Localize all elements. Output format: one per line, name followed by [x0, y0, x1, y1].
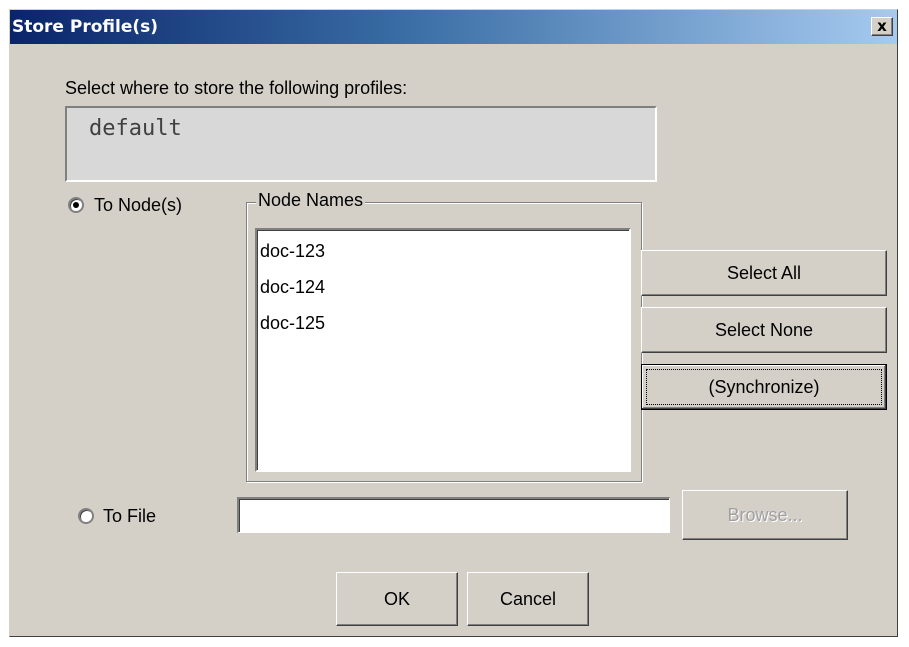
synchronize-button[interactable]: (Synchronize): [641, 364, 887, 410]
select-none-button-label: Select None: [714, 320, 814, 340]
ok-button-label: OK: [383, 589, 410, 609]
select-none-button[interactable]: Select None: [641, 307, 887, 353]
prompt-label: Select where to store the following prof…: [65, 78, 408, 98]
node-names-list[interactable]: doc-123 doc-124 doc-125: [255, 228, 631, 472]
list-item[interactable]: doc-125: [257, 310, 629, 346]
file-path-input[interactable]: [237, 497, 670, 533]
list-item[interactable]: doc-124: [257, 274, 629, 310]
node-names-group-label: Node Names: [256, 190, 366, 211]
close-icon[interactable]: x: [871, 17, 893, 36]
to-node-label[interactable]: To Node(s): [94, 195, 182, 216]
store-profiles-dialog: Store Profile(s) x Select where to store…: [9, 9, 898, 637]
list-item[interactable]: doc-123: [257, 238, 629, 274]
select-all-button[interactable]: Select All: [641, 250, 887, 296]
select-all-button-label: Select All: [726, 263, 802, 283]
dialog-title: Store Profile(s): [12, 17, 159, 37]
to-node-radio[interactable]: [68, 197, 84, 213]
browse-button-label: Browse...: [727, 505, 803, 525]
cancel-button-label: Cancel: [499, 589, 557, 609]
browse-button[interactable]: Browse...: [682, 490, 848, 540]
radio-selected-dot-icon: [73, 202, 79, 208]
title-bar[interactable]: Store Profile(s) x: [10, 10, 897, 44]
to-file-label[interactable]: To File: [103, 506, 156, 527]
ok-button[interactable]: OK: [336, 572, 458, 626]
profiles-display: default: [65, 106, 657, 182]
focus-rectangle: [646, 369, 882, 405]
to-file-radio[interactable]: [78, 508, 94, 524]
cancel-button[interactable]: Cancel: [467, 572, 589, 626]
